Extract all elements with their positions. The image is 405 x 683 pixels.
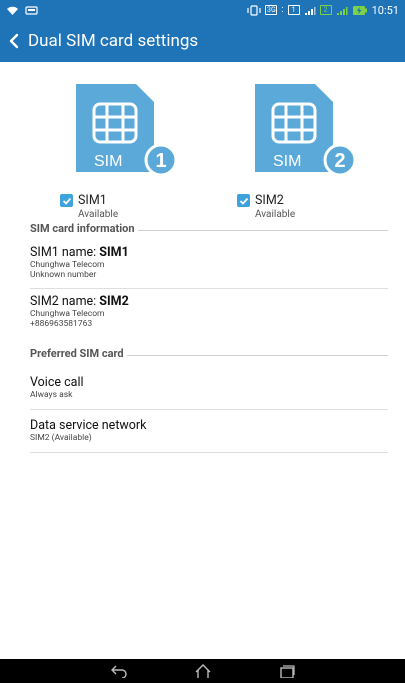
navigation-bar	[0, 659, 405, 683]
nav-back-button[interactable]	[107, 661, 131, 681]
preferred-sim-section-header: Preferred SIM card	[30, 347, 388, 360]
sim1-number-badge: 1	[155, 150, 166, 172]
sim1-label: SIM1	[78, 193, 107, 208]
sim1-column: SIM 1 SIM1 Available	[60, 84, 210, 220]
voice-call-value: Always ask	[30, 390, 73, 400]
sim1-carrier: Chunghwa Telecom	[30, 260, 105, 270]
recent-apps-icon	[279, 665, 295, 678]
sim2-checkbox[interactable]	[237, 194, 250, 207]
list-divider	[30, 409, 388, 410]
data-network-title: Data service network	[30, 418, 147, 433]
section-divider	[137, 230, 388, 231]
sim-info-header-label: SIM card information	[30, 222, 135, 235]
sim-info-section-header: SIM card information	[30, 222, 388, 235]
app-bar: Dual SIM card settings	[0, 20, 405, 62]
sim2-carrier: Chunghwa Telecom	[30, 309, 105, 319]
sim2-name-value: SIM2	[99, 294, 129, 309]
vibrate-icon	[247, 4, 262, 16]
sim-card-icon: SIM 1	[76, 84, 178, 177]
sim2-name-item[interactable]: SIM2 name: SIM2 Chunghwa Telecom +886963…	[30, 294, 388, 329]
sim1-number: Unknown number	[30, 270, 97, 280]
nav-recents-button[interactable]	[275, 661, 299, 681]
message-icon	[25, 5, 38, 15]
sim1-name-row: SIM1 name: SIM1	[30, 245, 388, 260]
settings-content: SIM 1 SIM1 Available SIM 2 SIM2 Availabl…	[0, 62, 405, 659]
list-divider	[30, 452, 388, 453]
network-type-badge: 3G	[265, 5, 278, 15]
back-arrow-icon	[110, 665, 127, 678]
sim2-name-row: SIM2 name: SIM2	[30, 294, 388, 309]
nav-home-button[interactable]	[191, 661, 215, 681]
sim1-status: Available	[78, 209, 119, 220]
sim2-signal-badge: 2	[319, 5, 332, 15]
battery-charging-icon	[352, 5, 367, 15]
sim1-name-prefix: SIM1 name:	[30, 245, 100, 260]
sim1-card-graphic: SIM 1	[76, 84, 178, 184]
preferred-header-label: Preferred SIM card	[30, 347, 124, 360]
sim2-status: Available	[255, 209, 296, 220]
sim2-toggle[interactable]: SIM2	[237, 193, 387, 208]
checkmark-icon	[62, 197, 71, 205]
wifi-icon	[7, 6, 18, 15]
sim1-toggle[interactable]: SIM1	[60, 193, 210, 208]
sim1-signal-badge: 1	[287, 5, 300, 15]
sim2-name-prefix: SIM2 name:	[30, 294, 100, 309]
sim1-name-value: SIM1	[99, 245, 129, 260]
sim2-label: SIM2	[255, 193, 284, 208]
voice-call-item[interactable]: Voice call Always ask	[30, 375, 388, 400]
home-icon	[195, 664, 210, 678]
status-bar: 3G : 1 2 10:51	[0, 0, 405, 20]
list-divider	[30, 288, 388, 289]
sim2-column: SIM 2 SIM2 Available	[237, 84, 387, 220]
sim2-card-graphic: SIM 2	[255, 84, 357, 184]
sim1-checkbox[interactable]	[60, 194, 73, 207]
back-button[interactable]	[0, 20, 28, 62]
sim2-number-badge: 2	[334, 150, 345, 172]
signal-icon-sim2	[336, 6, 348, 15]
data-network-value: SIM2 (Available)	[30, 433, 92, 443]
section-divider	[126, 355, 388, 356]
chevron-left-icon	[9, 33, 19, 49]
sim-card-icon: SIM 2	[255, 84, 357, 177]
sim2-card-text: SIM	[273, 153, 301, 170]
checkmark-icon	[239, 197, 248, 205]
sim1-card-text: SIM	[94, 153, 122, 170]
signal-icon	[304, 6, 316, 15]
sim2-number: +886963581763	[30, 319, 93, 329]
clock: 10:51	[371, 3, 399, 17]
separator-icon: :	[281, 5, 284, 15]
page-title: Dual SIM card settings	[28, 31, 199, 51]
voice-call-title: Voice call	[30, 375, 84, 390]
data-network-item[interactable]: Data service network SIM2 (Available)	[30, 418, 388, 443]
sim1-name-item[interactable]: SIM1 name: SIM1 Chunghwa Telecom Unknown…	[30, 245, 388, 280]
